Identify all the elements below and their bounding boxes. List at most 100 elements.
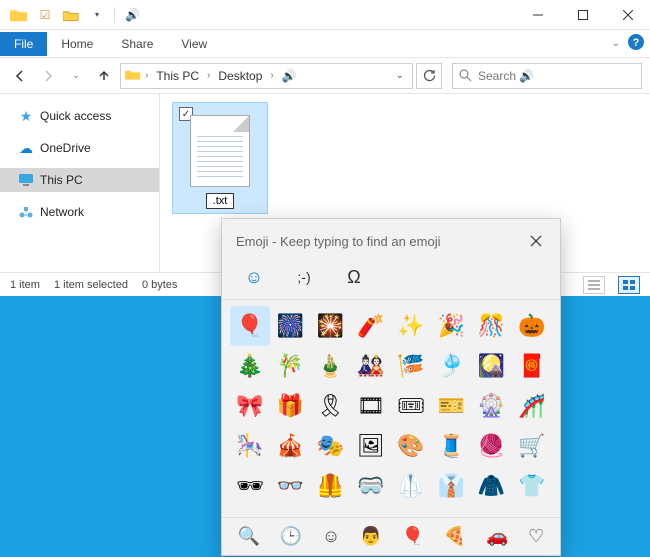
- emoji-cell[interactable]: 🎨: [391, 426, 431, 466]
- breadcrumb-segment[interactable]: Desktop: [214, 67, 266, 85]
- qat-properties-icon[interactable]: ☑: [34, 4, 56, 26]
- emoji-cell[interactable]: 🎊: [472, 306, 512, 346]
- nav-pane: ★ Quick access ☁ OneDrive This PC Networ…: [0, 94, 160, 272]
- emoji-cell[interactable]: 🖼: [351, 426, 391, 466]
- view-icons-button[interactable]: [618, 276, 640, 294]
- emoji-tab-kaomoji[interactable]: ;-): [290, 263, 318, 291]
- sidebar-item-this-pc[interactable]: This PC: [0, 168, 159, 192]
- emoji-category[interactable]: 🎈: [402, 526, 424, 547]
- emoji-category[interactable]: 🍕: [444, 526, 466, 547]
- emoji-cell[interactable]: 🎇: [311, 306, 351, 346]
- emoji-category[interactable]: 🚗: [486, 526, 508, 547]
- emoji-category-bar: 🔍 🕒 ☺ 👨 🎈 🍕 🚗 ♡: [222, 517, 560, 555]
- nav-recent-dropdown[interactable]: ⌄: [64, 64, 88, 88]
- emoji-cell[interactable]: 🎃: [512, 306, 552, 346]
- nav-forward-button: [36, 64, 60, 88]
- emoji-cell[interactable]: 🧵: [431, 426, 471, 466]
- emoji-cell[interactable]: 🎠: [230, 426, 270, 466]
- qat-dropdown-icon[interactable]: ▾: [86, 4, 108, 26]
- emoji-cell[interactable]: 👓: [270, 466, 310, 506]
- emoji-cell[interactable]: 🎟: [391, 386, 431, 426]
- emoji-cell[interactable]: 🧨: [351, 306, 391, 346]
- chevron-right-icon[interactable]: ›: [143, 70, 150, 81]
- tab-home[interactable]: Home: [47, 32, 107, 56]
- view-details-button[interactable]: [583, 276, 605, 294]
- emoji-cell[interactable]: 🎪: [270, 426, 310, 466]
- emoji-category[interactable]: ☺: [322, 526, 340, 547]
- breadcrumb-segment[interactable]: 🔊: [278, 67, 301, 85]
- emoji-cell[interactable]: 🎋: [270, 346, 310, 386]
- emoji-close-button[interactable]: [524, 229, 548, 253]
- status-selected-count: 1 item selected: [54, 279, 128, 291]
- ribbon-collapse-icon[interactable]: ⌄: [612, 38, 620, 49]
- emoji-category[interactable]: 👨: [360, 526, 382, 547]
- folder-icon: [8, 4, 30, 26]
- emoji-cell[interactable]: 🥼: [391, 466, 431, 506]
- sidebar-item-onedrive[interactable]: ☁ OneDrive: [0, 136, 159, 160]
- status-size: 0 bytes: [142, 279, 177, 291]
- emoji-cell[interactable]: 🧥: [472, 466, 512, 506]
- address-bar[interactable]: › This PC › Desktop › 🔊 ⌄: [120, 63, 413, 89]
- emoji-cell[interactable]: 🎞: [351, 386, 391, 426]
- emoji-cell[interactable]: 🎍: [311, 346, 351, 386]
- emoji-cell[interactable]: 🎡: [472, 386, 512, 426]
- emoji-cell[interactable]: 🥽: [351, 466, 391, 506]
- refresh-button[interactable]: [416, 63, 442, 89]
- window-title: 🔊: [125, 8, 140, 22]
- help-icon[interactable]: ?: [628, 34, 644, 53]
- sidebar-item-network[interactable]: Network: [0, 200, 159, 224]
- maximize-button[interactable]: [560, 0, 605, 30]
- emoji-cell[interactable]: 🎄: [230, 346, 270, 386]
- tab-share[interactable]: Share: [107, 32, 167, 56]
- emoji-cell[interactable]: 🧶: [472, 426, 512, 466]
- close-button[interactable]: [605, 0, 650, 30]
- emoji-cell[interactable]: 🎎: [351, 346, 391, 386]
- nav-up-button[interactable]: [92, 64, 116, 88]
- minimize-button[interactable]: [515, 0, 560, 30]
- emoji-cell[interactable]: 🎁: [270, 386, 310, 426]
- star-icon: ★: [18, 108, 34, 124]
- pc-icon: [18, 172, 34, 188]
- chevron-right-icon[interactable]: ›: [205, 70, 212, 81]
- tab-view[interactable]: View: [167, 32, 221, 56]
- emoji-cell[interactable]: 🛒: [512, 426, 552, 466]
- emoji-cell[interactable]: 🎢: [512, 386, 552, 426]
- address-dropdown-icon[interactable]: ⌄: [392, 70, 408, 81]
- breadcrumb-segment[interactable]: This PC: [152, 67, 203, 85]
- folder-icon: [125, 67, 141, 84]
- nav-back-button[interactable]: [8, 64, 32, 88]
- cloud-icon: ☁: [18, 140, 34, 156]
- emoji-cell[interactable]: 🦺: [311, 466, 351, 506]
- chevron-right-icon[interactable]: ›: [268, 70, 275, 81]
- sidebar-item-quick-access[interactable]: ★ Quick access: [0, 104, 159, 128]
- emoji-cell[interactable]: 🎫: [431, 386, 471, 426]
- emoji-cell[interactable]: ✨: [391, 306, 431, 346]
- sidebar-item-label: This PC: [40, 173, 83, 187]
- emoji-cell[interactable]: 👔: [431, 466, 471, 506]
- emoji-tab-symbols[interactable]: Ω: [340, 263, 368, 291]
- sidebar-item-label: Network: [40, 205, 84, 219]
- emoji-cell[interactable]: 🎐: [431, 346, 471, 386]
- search-input[interactable]: Search 🔊: [452, 63, 642, 89]
- qat-new-folder-icon[interactable]: [60, 4, 82, 26]
- emoji-cell[interactable]: 🎑: [472, 346, 512, 386]
- emoji-category[interactable]: 🕒: [280, 526, 302, 547]
- emoji-cell[interactable]: 🎈: [230, 306, 270, 346]
- file-item[interactable]: ✓ .txt: [172, 102, 268, 214]
- emoji-cell[interactable]: 🧧: [512, 346, 552, 386]
- emoji-cell[interactable]: 🎗: [311, 386, 351, 426]
- emoji-cell[interactable]: 🎆: [270, 306, 310, 346]
- emoji-category[interactable]: ♡: [528, 526, 544, 547]
- emoji-tab-emoji[interactable]: ☺: [240, 263, 268, 291]
- network-icon: [18, 204, 34, 220]
- emoji-category[interactable]: 🔍: [238, 526, 260, 547]
- search-icon: [459, 69, 472, 82]
- emoji-cell[interactable]: 🕶: [230, 466, 270, 506]
- emoji-cell[interactable]: 🎉: [431, 306, 471, 346]
- file-menu[interactable]: File: [0, 32, 47, 56]
- emoji-cell[interactable]: 🎭: [311, 426, 351, 466]
- emoji-cell[interactable]: 👕: [512, 466, 552, 506]
- file-name-edit[interactable]: .txt: [206, 193, 235, 209]
- emoji-cell[interactable]: 🎏: [391, 346, 431, 386]
- emoji-cell[interactable]: 🎀: [230, 386, 270, 426]
